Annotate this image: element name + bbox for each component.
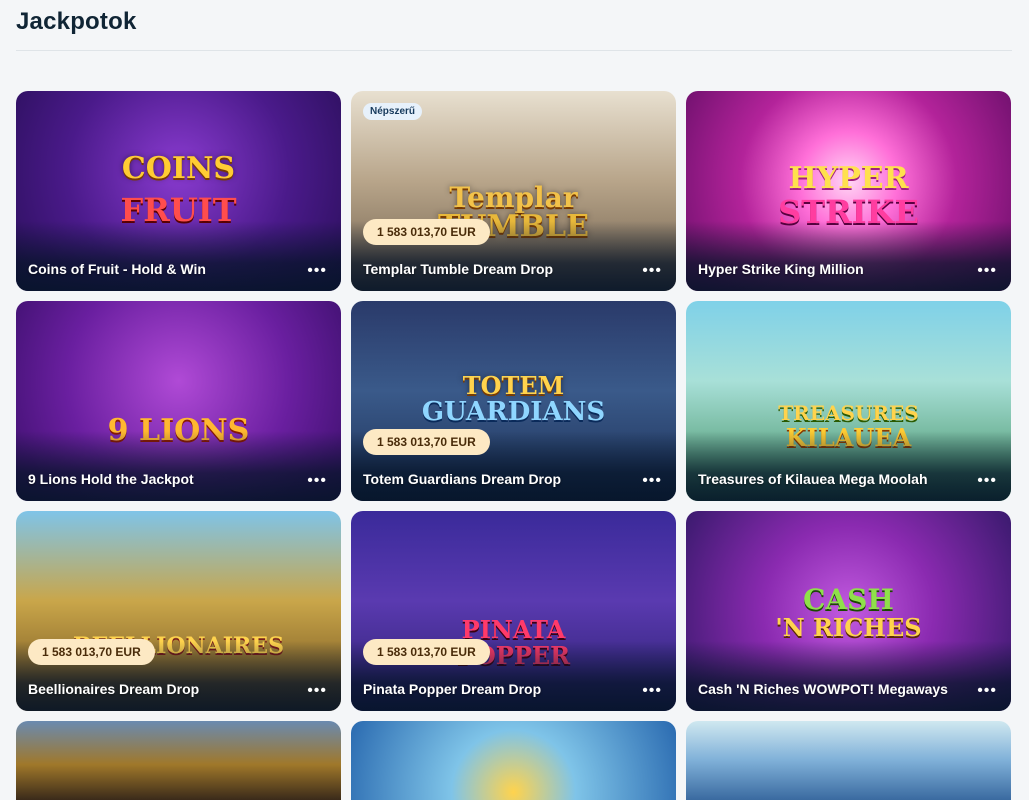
game-card-beellionaires[interactable]: BEELLIONAIRES 1 583 013,70 EUR Beelliona… [16, 511, 341, 711]
game-title: Beellionaires Dream Drop [28, 681, 200, 697]
jackpot-amount: 1 583 013,70 EUR [363, 219, 490, 245]
game-card-templar-tumble[interactable]: Templar TUMBLE Népszerű 1 583 013,70 EUR… [351, 91, 676, 291]
game-card-totem-guardians[interactable]: TOTEM GUARDIANS 1 583 013,70 EUR Totem G… [351, 301, 676, 501]
game-logo-sub: GUARDIANS [421, 397, 606, 427]
game-title: Cash 'N Riches WOWPOT! Megaways [698, 681, 948, 697]
popular-badge: Népszerű [363, 103, 423, 120]
game-card-partial[interactable] [351, 721, 676, 800]
game-thumbnail [686, 721, 1011, 800]
game-title: Coins of Fruit - Hold & Win [28, 261, 206, 277]
game-card-treasures-kilauea[interactable]: TREASURES KILAUEA Treasures of Kilauea M… [686, 301, 1011, 501]
game-card-cash-n-riches[interactable]: CASH 'N RICHES Cash 'N Riches WOWPOT! Me… [686, 511, 1011, 711]
game-title: Totem Guardians Dream Drop [363, 471, 562, 487]
game-logo-sub: 'N RICHES [775, 613, 922, 642]
game-title: Pinata Popper Dream Drop [363, 681, 542, 697]
more-options-icon[interactable]: ••• [307, 683, 327, 699]
game-title: Hyper Strike King Million [698, 261, 864, 277]
jackpot-amount: 1 583 013,70 EUR [363, 639, 490, 665]
game-card-partial[interactable] [16, 721, 341, 800]
game-thumbnail [351, 721, 676, 800]
game-logo: COINS [121, 151, 236, 186]
game-title: Templar Tumble Dream Drop [363, 261, 554, 277]
game-logo: CASH [803, 583, 894, 616]
more-options-icon[interactable]: ••• [977, 683, 997, 699]
title-divider [16, 50, 1012, 51]
game-card-hyper-strike[interactable]: HYPER STRIKE Hyper Strike King Million •… [686, 91, 1011, 291]
game-title: Treasures of Kilauea Mega Moolah [698, 471, 928, 487]
more-options-icon[interactable]: ••• [977, 473, 997, 489]
more-options-icon[interactable]: ••• [642, 683, 662, 699]
game-title: 9 Lions Hold the Jackpot [28, 471, 194, 487]
game-grid: COINS FRUIT Coins of Fruit - Hold & Win … [16, 91, 1011, 711]
more-options-icon[interactable]: ••• [642, 473, 662, 489]
more-options-icon[interactable]: ••• [307, 473, 327, 489]
game-logo: TOTEM [462, 371, 565, 400]
game-grid-partial-row [16, 721, 1011, 800]
game-card-pinata-popper[interactable]: PINATA POPPER 1 583 013,70 EUR Pinata Po… [351, 511, 676, 711]
game-card-9-lions[interactable]: 9 LIONS 9 Lions Hold the Jackpot ••• [16, 301, 341, 501]
more-options-icon[interactable]: ••• [307, 263, 327, 279]
jackpot-amount: 1 583 013,70 EUR [363, 429, 490, 455]
more-options-icon[interactable]: ••• [642, 263, 662, 279]
more-options-icon[interactable]: ••• [977, 263, 997, 279]
game-card-coins-of-fruit[interactable]: COINS FRUIT Coins of Fruit - Hold & Win … [16, 91, 341, 291]
game-logo: TREASURES [778, 401, 919, 425]
page-title: Jackpotok [16, 8, 137, 35]
game-logo: HYPER [788, 161, 909, 196]
game-thumbnail [16, 721, 341, 800]
game-card-partial[interactable] [686, 721, 1011, 800]
jackpot-amount: 1 583 013,70 EUR [28, 639, 155, 665]
